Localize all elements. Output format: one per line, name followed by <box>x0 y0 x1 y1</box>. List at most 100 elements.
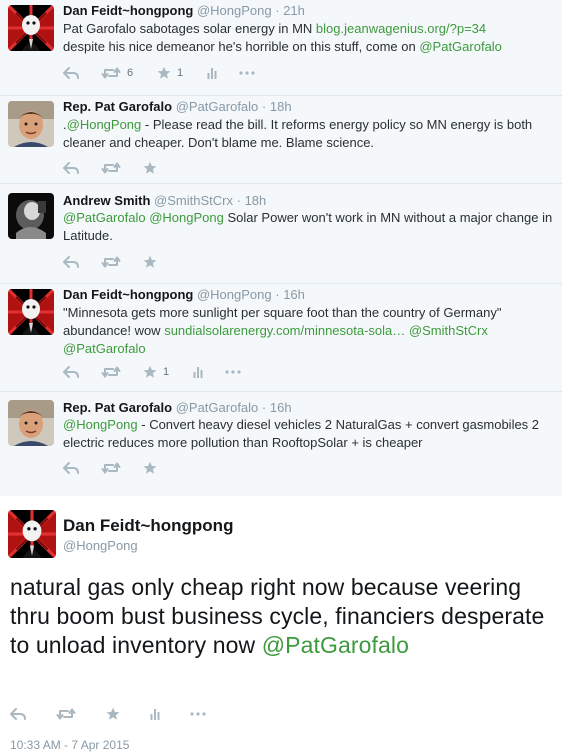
tweet-2[interactable]: Rep. Pat Garofalo @PatGarofalo · 18h .@H… <box>0 96 562 184</box>
author-name[interactable]: Dan Feidt~hongpong <box>63 287 193 302</box>
avatar[interactable] <box>8 510 56 558</box>
stats-icon <box>207 67 217 79</box>
avatar[interactable] <box>8 193 54 239</box>
reply-icon <box>63 462 79 474</box>
tweet-3[interactable]: Andrew Smith @SmithStCrx · 18h @PatGarof… <box>0 184 562 284</box>
mention-link[interactable]: @HongPong <box>149 210 224 225</box>
favorite-button[interactable] <box>143 161 157 175</box>
tweet-time[interactable]: 16h <box>270 400 292 415</box>
retweet-button[interactable] <box>101 256 121 268</box>
stats-button[interactable] <box>207 67 217 79</box>
star-icon <box>143 461 157 475</box>
conversation-thread: Dan Feidt~hongpong @HongPong · 21h Pat G… <box>0 0 562 496</box>
tweet-4[interactable]: Dan Feidt~hongpong @HongPong · 16h "Minn… <box>0 284 562 392</box>
more-button[interactable] <box>225 370 241 374</box>
retweet-button[interactable] <box>101 162 121 174</box>
more-button[interactable] <box>190 712 206 716</box>
tweet-text: @PatGarofalo @HongPong Solar Power won't… <box>63 210 553 243</box>
mention-link[interactable]: @HongPong <box>67 117 142 132</box>
tweet-time[interactable]: 18h <box>270 99 292 114</box>
reply-icon <box>63 366 79 378</box>
reply-button[interactable] <box>63 256 79 268</box>
author-handle[interactable]: @HongPong <box>63 538 138 553</box>
author-name[interactable]: Dan Feidt~hongpong <box>63 516 233 536</box>
reply-button[interactable] <box>63 162 79 174</box>
reply-icon <box>63 67 79 79</box>
tweet-text: Pat Garofalo sabotages solar energy in M… <box>63 21 502 54</box>
tweet-header: Andrew Smith @SmithStCrx · 18h <box>63 193 267 208</box>
star-icon <box>143 365 157 379</box>
favorite-button[interactable] <box>143 255 157 269</box>
tweet-5[interactable]: Rep. Pat Garofalo @PatGarofalo · 16h @Ho… <box>0 392 562 496</box>
stats-button[interactable] <box>150 708 160 720</box>
tweet-header: Rep. Pat Garofalo @PatGarofalo · 16h <box>63 400 292 415</box>
retweet-icon <box>56 708 76 720</box>
author-handle[interactable]: @HongPong <box>197 287 272 302</box>
author-name[interactable]: Rep. Pat Garofalo <box>63 400 172 415</box>
tweet-timestamp[interactable]: 10:33 AM - 7 Apr 2015 <box>10 738 129 752</box>
retweet-icon <box>101 462 121 474</box>
tweet-actions: 6 1 <box>63 64 277 82</box>
tweet-header: Rep. Pat Garofalo @PatGarofalo · 18h <box>63 99 292 114</box>
stats-icon <box>193 366 203 378</box>
avatar[interactable] <box>8 101 54 147</box>
favorite-button[interactable] <box>106 707 120 721</box>
avatar[interactable] <box>8 400 54 446</box>
avatar[interactable] <box>8 289 54 335</box>
favorite-button[interactable] <box>143 461 157 475</box>
author-handle[interactable]: @SmithStCrx <box>154 193 233 208</box>
mention-link[interactable]: @PatGarofalo <box>63 210 146 225</box>
mention-link[interactable]: @PatGarofalo <box>419 39 502 54</box>
tweet-link[interactable]: sundialsolarenergy.com/minnesota-sola… <box>164 323 405 338</box>
tweet-link[interactable]: blog.jeanwagenius.org/?p=34 <box>316 21 486 36</box>
tweet-text: .@HongPong - Please read the bill. It re… <box>63 117 533 150</box>
retweet-icon <box>101 162 121 174</box>
stats-button[interactable] <box>193 366 203 378</box>
reply-button[interactable] <box>63 366 79 378</box>
mention-link[interactable]: @SmithStCrx <box>409 323 488 338</box>
favorite-button[interactable]: 1 <box>143 365 171 379</box>
tweet-actions: 1 <box>63 363 263 381</box>
author-name[interactable]: Dan Feidt~hongpong <box>63 3 193 18</box>
star-icon <box>143 255 157 269</box>
retweet-button[interactable] <box>56 708 76 720</box>
more-icon <box>190 712 206 716</box>
retweet-button[interactable]: 6 <box>101 67 135 79</box>
reply-button[interactable] <box>63 67 79 79</box>
tweet-actions <box>10 704 236 724</box>
tweet-1[interactable]: Dan Feidt~hongpong @HongPong · 21h Pat G… <box>0 0 562 96</box>
reply-icon <box>63 256 79 268</box>
mention-link[interactable]: @PatGarofalo <box>262 632 409 658</box>
retweet-icon <box>101 67 121 79</box>
avatar[interactable] <box>8 5 54 51</box>
tweet-time[interactable]: 16h <box>283 287 305 302</box>
retweet-icon <box>101 256 121 268</box>
tweet-time[interactable]: 18h <box>245 193 267 208</box>
reply-button[interactable] <box>63 462 79 474</box>
tweet-text: @HongPong - Convert heavy diesel vehicle… <box>63 417 540 450</box>
author-handle[interactable]: @PatGarofalo <box>176 400 259 415</box>
more-icon <box>239 71 255 75</box>
author-handle[interactable]: @PatGarofalo <box>176 99 259 114</box>
retweet-button[interactable] <box>101 462 121 474</box>
retweet-button[interactable] <box>101 366 121 378</box>
more-button[interactable] <box>239 71 255 75</box>
mention-link[interactable]: @PatGarofalo <box>63 341 146 356</box>
reply-icon <box>10 708 26 720</box>
favorite-count: 1 <box>177 67 184 79</box>
star-icon <box>106 707 120 721</box>
author-name[interactable]: Andrew Smith <box>63 193 150 208</box>
author-handle[interactable]: @HongPong <box>197 3 272 18</box>
tweet-actions <box>63 159 179 177</box>
stats-icon <box>150 708 160 720</box>
tweet-header: Dan Feidt~hongpong @HongPong · 21h <box>63 3 305 18</box>
star-icon <box>157 66 171 80</box>
more-icon <box>225 370 241 374</box>
author-name[interactable]: Rep. Pat Garofalo <box>63 99 172 114</box>
tweet-time[interactable]: 21h <box>283 3 305 18</box>
retweet-count: 6 <box>127 67 134 79</box>
reply-button[interactable] <box>10 708 26 720</box>
favorite-button[interactable]: 1 <box>157 66 185 80</box>
mention-link[interactable]: @HongPong <box>63 417 138 432</box>
tweet-text: "Minnesota gets more sunlight per square… <box>63 305 502 356</box>
